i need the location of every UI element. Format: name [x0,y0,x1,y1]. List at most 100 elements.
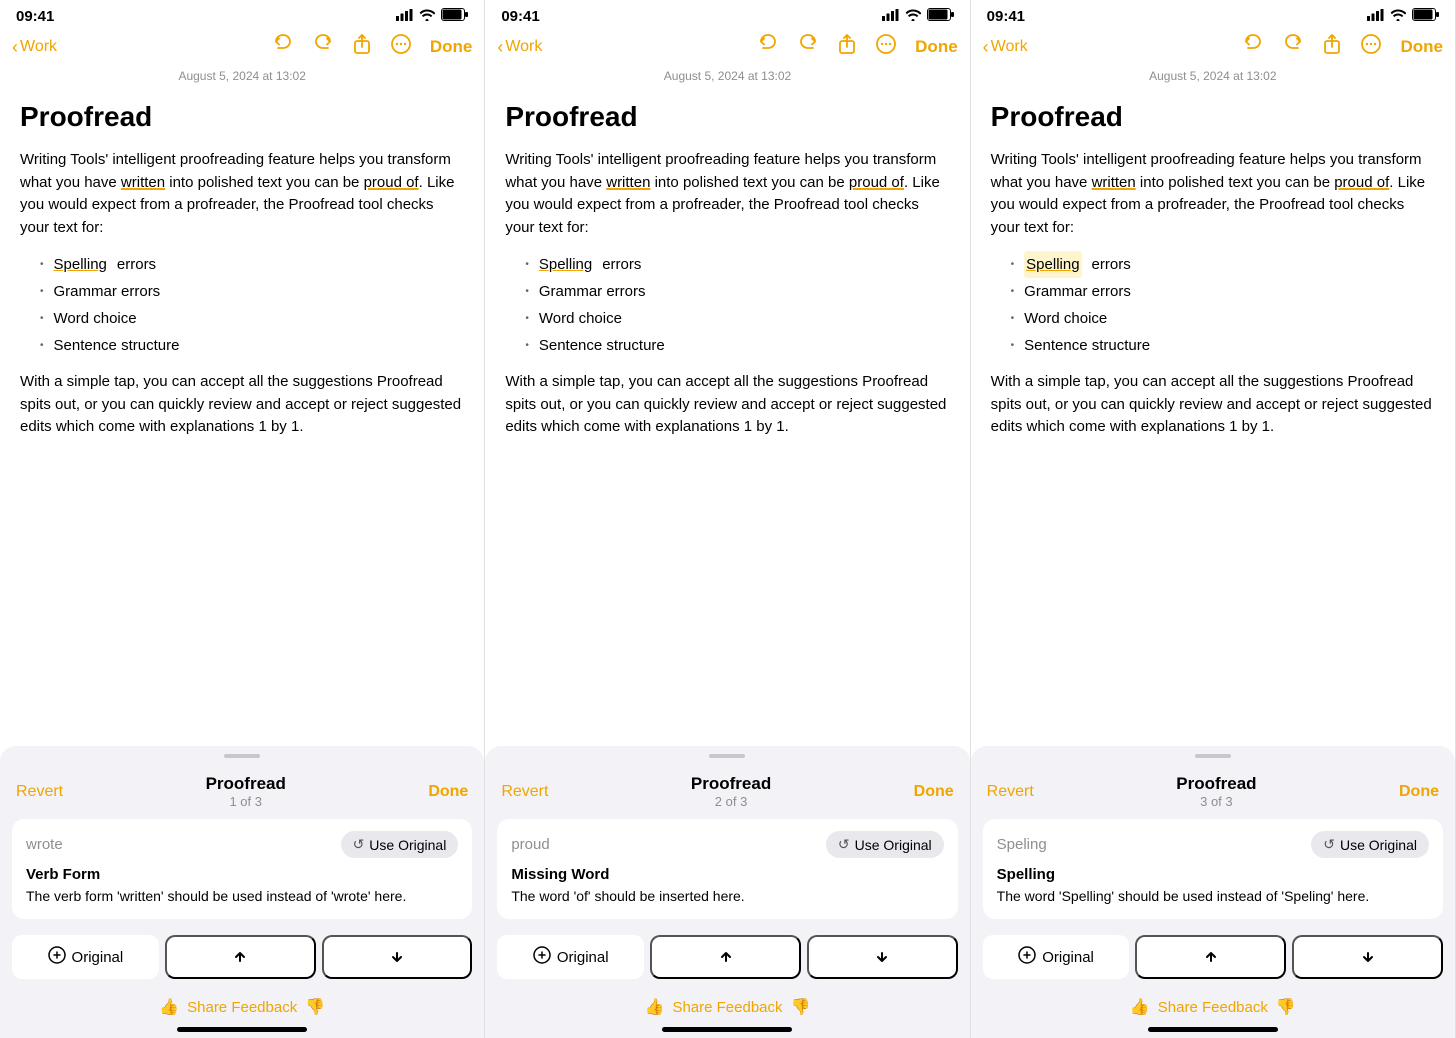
back-chevron-icon-2: ‹ [497,37,503,58]
content-area-1: Proofread Writing Tools' intelligent pro… [0,91,484,736]
sheet-subtitle-3: 3 of 3 [1176,794,1256,809]
down-button-1[interactable] [322,935,473,979]
sheet-title-block-2: Proofread 2 of 3 [691,774,771,809]
share-icon-2[interactable] [837,33,857,61]
down-button-2[interactable] [807,935,958,979]
written-word-1: written [121,174,165,191]
more-icon-3[interactable] [1360,33,1382,61]
proud-word-1: proud of [364,174,419,191]
revert-button-3[interactable]: Revert [987,783,1034,801]
original-button-3[interactable]: Original [983,935,1130,979]
more-icon-1[interactable] [390,33,412,61]
bottom-bar-3: Original [983,927,1443,987]
use-original-button-2[interactable]: ↺ Use Original [826,831,944,858]
done-button-3[interactable]: Done [1400,37,1443,57]
undo-icon-1[interactable] [272,33,294,61]
suggestion-desc-2: The word 'of' should be inserted here. [511,887,943,907]
thumbs-down-icon-2: 👎 [791,997,811,1017]
wifi-icon-2 [905,8,921,25]
timestamp-2: August 5, 2024 at 13:02 [485,69,969,91]
up-button-2[interactable] [650,935,801,979]
undo-icon-2[interactable] [757,33,779,61]
bullet-item: Sentence structure [1011,332,1435,359]
bullet-item: Word choice [525,305,949,332]
suggestion-card-1: wrote ↺ Use Original Verb Form The verb … [12,819,472,919]
sheet-done-button-3[interactable]: Done [1399,783,1439,801]
nav-actions-2: Done [757,33,958,61]
battery-icon-1 [441,8,468,25]
sheet-subtitle-1: 1 of 3 [206,794,286,809]
more-icon-2[interactable] [875,33,897,61]
back-button-3[interactable]: ‹ Work [983,37,1028,58]
share-feedback-label-3: Share Feedback [1158,999,1268,1016]
undo-icon-3[interactable] [1242,33,1264,61]
done-button-1[interactable]: Done [430,37,473,57]
status-time-3: 09:41 [987,8,1025,25]
redo-icon-2[interactable] [797,33,819,61]
bottom-bar-2: Original [497,927,957,987]
redo-icon-3[interactable] [1282,33,1304,61]
signal-icon-2 [882,8,899,25]
signal-icon-3 [1367,8,1384,25]
home-indicator-3 [1148,1027,1278,1032]
bullet-item: Grammar errors [40,278,464,305]
status-icons-1 [396,8,468,25]
proud-word-2: proud of [849,174,904,191]
timestamp-3: August 5, 2024 at 13:02 [971,69,1455,91]
written-word-3: written [1092,174,1136,191]
suggestion-card-3: Speling ↺ Use Original Spelling The word… [983,819,1443,919]
status-time-2: 09:41 [501,8,539,25]
bullet-item: Sentence structure [40,332,464,359]
suggestion-word-row-3: Speling ↺ Use Original [997,831,1429,858]
back-button-2[interactable]: ‹ Work [497,37,542,58]
bullet-item: Grammar errors [525,278,949,305]
phone-panel-1: 09:41 ‹ Work [0,0,485,1038]
nav-bar-2: ‹ Work Done [485,29,969,69]
phone-panel-3: 09:41 ‹ Work [971,0,1456,1038]
written-word-2: written [606,174,650,191]
bullet-item: Spelling errors [40,251,464,278]
share-feedback-1[interactable]: 👍 Share Feedback 👎 [0,987,484,1023]
note-title-2: Proofread [505,101,949,133]
up-button-3[interactable] [1135,935,1286,979]
back-button-1[interactable]: ‹ Work [12,37,57,58]
done-button-2[interactable]: Done [915,37,958,57]
thumbs-down-icon-3: 👎 [1276,997,1296,1017]
original-label-3: Original [1042,949,1094,966]
home-indicator-1 [177,1027,307,1032]
spelling-item: Spelling [54,251,107,278]
use-original-label-2: Use Original [855,837,932,853]
sheet-done-button-2[interactable]: Done [914,783,954,801]
redo-icon-1[interactable] [312,33,334,61]
suggestion-word-row-1: wrote ↺ Use Original [26,831,458,858]
undo-small-icon-3: ↺ [1323,836,1335,853]
sheet-header-1: Revert Proofread 1 of 3 Done [0,768,484,811]
thumbs-up-icon-2: 👍 [645,997,665,1017]
share-icon-3[interactable] [1322,33,1342,61]
suggestion-word-1: wrote [26,836,63,853]
note-title-3: Proofread [991,101,1435,133]
nav-bar-3: ‹ Work Done [971,29,1455,69]
revert-button-1[interactable]: Revert [16,783,63,801]
original-icon-1 [48,946,66,968]
up-button-1[interactable] [165,935,316,979]
sheet-header-3: Revert Proofread 3 of 3 Done [971,768,1455,811]
share-icon-1[interactable] [352,33,372,61]
back-label-2: Work [505,38,542,56]
wifi-icon-1 [419,8,435,25]
original-label-1: Original [72,949,124,966]
original-button-1[interactable]: Original [12,935,159,979]
sheet-done-button-1[interactable]: Done [428,783,468,801]
note-body-2: Writing Tools' intelligent proofreading … [505,149,949,439]
share-feedback-2[interactable]: 👍 Share Feedback 👎 [485,987,969,1023]
share-feedback-3[interactable]: 👍 Share Feedback 👎 [971,987,1455,1023]
down-button-3[interactable] [1292,935,1443,979]
use-original-button-3[interactable]: ↺ Use Original [1311,831,1429,858]
bullet-list-3: Spelling errors Grammar errors Word choi… [991,251,1435,359]
back-label-1: Work [20,38,57,56]
use-original-button-1[interactable]: ↺ Use Original [341,831,459,858]
thumbs-up-icon-1: 👍 [159,997,179,1017]
original-button-2[interactable]: Original [497,935,644,979]
note-title-1: Proofread [20,101,464,133]
revert-button-2[interactable]: Revert [501,783,548,801]
